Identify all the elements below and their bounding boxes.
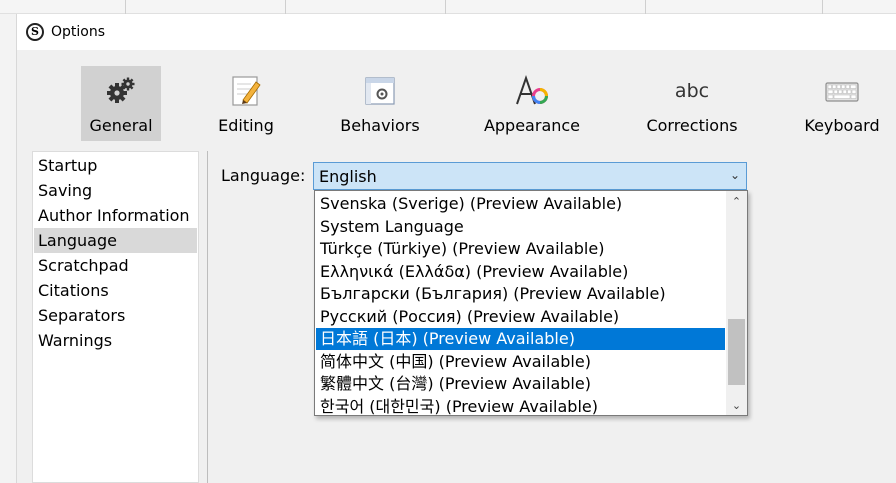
sidebar-item-separators[interactable]: Separators (34, 303, 197, 328)
language-option[interactable]: System Language (316, 216, 725, 238)
tool-label: Editing (218, 116, 274, 135)
keyboard-icon (825, 82, 859, 102)
background-ruler (0, 0, 896, 14)
window-gear-icon (365, 77, 395, 105)
app-logo-icon: S (26, 23, 44, 41)
sidebar-item-startup[interactable]: Startup (34, 153, 197, 178)
language-option[interactable]: 简体中文 (中国) (Preview Available) (316, 351, 725, 373)
sidebar-item-author-information[interactable]: Author Information (34, 203, 197, 228)
sidebar-item-saving[interactable]: Saving (34, 178, 197, 203)
font-color-icon (516, 74, 548, 105)
language-dropdown-list: Svenska (Sverige) (Preview Available) Sy… (314, 190, 748, 416)
dropdown-scrollbar[interactable]: ⌃ ⌄ (726, 191, 747, 415)
language-option-selected[interactable]: 日本語 (日本) (Preview Available) (316, 328, 725, 350)
scroll-down-icon[interactable]: ⌄ (726, 397, 747, 415)
tool-general[interactable]: General (81, 66, 161, 141)
language-option[interactable]: Русский (Россия) (Preview Available) (316, 306, 725, 328)
title-bar[interactable]: S Options (17, 14, 896, 50)
tool-corrections[interactable]: abc Corrections (642, 66, 742, 141)
tool-label: Corrections (646, 116, 738, 135)
language-select-value: English (319, 167, 377, 186)
language-option[interactable]: Türkçe (Türkiye) (Preview Available) (316, 238, 725, 260)
abc-icon: abc (674, 80, 710, 102)
language-label: Language: (221, 166, 306, 185)
sidebar-item-language[interactable]: Language (34, 228, 197, 253)
gears-icon (107, 77, 135, 103)
tool-editing[interactable]: Editing (206, 66, 286, 141)
tool-appearance[interactable]: Appearance (482, 66, 582, 141)
tool-label: General (89, 116, 153, 135)
options-toolbar: General Editing Behaviors Appearance abc… (17, 50, 896, 150)
tool-label: Keyboard (804, 116, 880, 135)
sidebar-item-warnings[interactable]: Warnings (34, 328, 197, 353)
language-select[interactable]: English ⌄ (313, 162, 747, 190)
options-dialog: S Options General Editing Behaviors Appe… (16, 14, 896, 483)
language-option[interactable]: Ελληνικά (Ελλάδα) (Preview Available) (316, 261, 725, 283)
tool-behaviors[interactable]: Behaviors (335, 66, 425, 141)
sidebar-item-scratchpad[interactable]: Scratchpad (34, 253, 197, 278)
background-left-edge (0, 14, 16, 483)
scrollbar-thumb[interactable] (728, 319, 745, 385)
scroll-up-icon[interactable]: ⌃ (726, 193, 747, 211)
chevron-down-icon[interactable]: ⌄ (730, 168, 740, 182)
category-list: Startup Saving Author Information Langua… (32, 151, 199, 483)
tool-keyboard[interactable]: Keyboard (797, 66, 887, 141)
language-option[interactable]: 한국어 (대한민국) (Preview Available) (316, 396, 725, 416)
pencil-document-icon (232, 76, 261, 106)
language-option[interactable]: 繁體中文 (台灣) (Preview Available) (316, 373, 725, 395)
tool-label: Appearance (483, 116, 581, 135)
language-option[interactable]: Svenska (Sverige) (Preview Available) (316, 193, 725, 215)
sidebar-item-citations[interactable]: Citations (34, 278, 197, 303)
language-option[interactable]: Български (България) (Preview Available) (316, 283, 725, 305)
tool-label: Behaviors (340, 116, 420, 135)
window-title: Options (51, 24, 106, 40)
pane-splitter[interactable] (207, 151, 208, 483)
